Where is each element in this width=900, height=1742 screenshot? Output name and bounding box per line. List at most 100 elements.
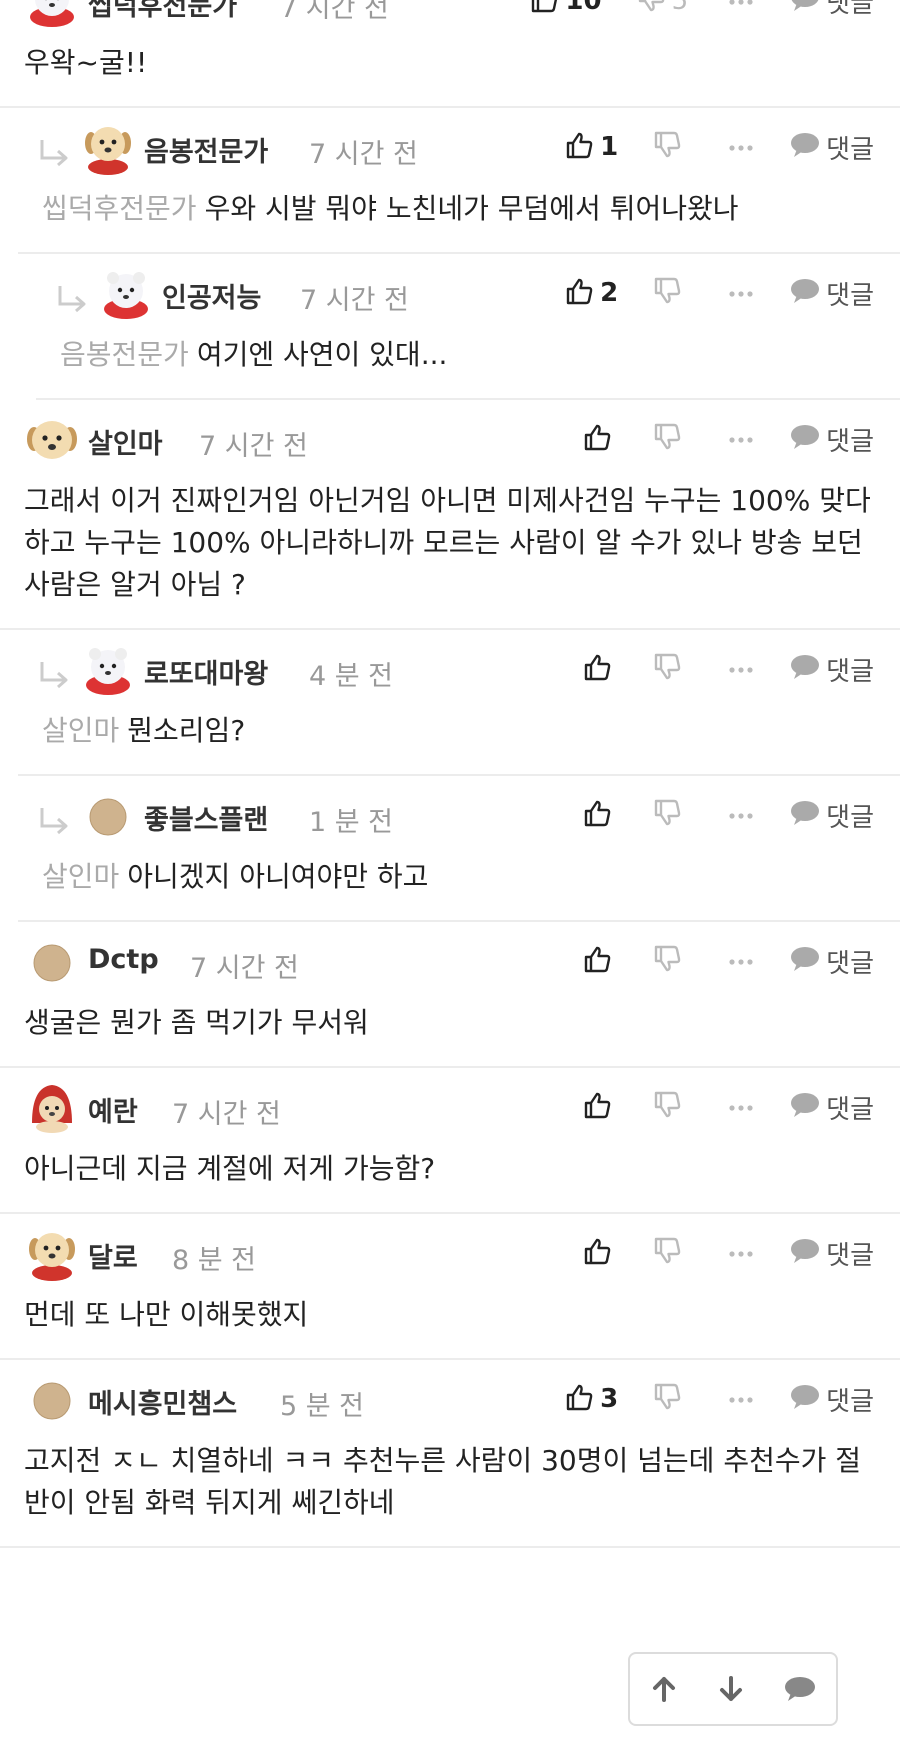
more-options-button[interactable] [728, 430, 754, 449]
more-options-button[interactable] [728, 806, 754, 825]
comment-text: 우와 시발 뭐야 노친네가 무덤에서 튀어나왔나 [204, 192, 739, 225]
more-options-button[interactable] [728, 1098, 754, 1117]
dislike-button[interactable] [652, 1090, 688, 1124]
like-button[interactable]: 3 [564, 1382, 618, 1416]
avatar[interactable] [24, 0, 80, 29]
comment-actions: 댓글 [582, 1088, 874, 1126]
avatar[interactable] [80, 119, 136, 175]
dislike-button[interactable] [652, 652, 688, 686]
like-button[interactable]: 1 [564, 130, 618, 164]
reply-button[interactable]: 댓글 [790, 129, 874, 166]
comment-header: 씹덕후전문가 7 시간 전 10 5 댓글 [0, 0, 900, 40]
comment-body: 생굴은 뭔가 좀 먹기가 무서워 [0, 1000, 900, 1066]
comment-author[interactable]: 좋블스플랜 [144, 798, 268, 837]
like-button[interactable] [582, 798, 618, 832]
comment-author[interactable]: Dctp [88, 944, 159, 975]
thumbs-up-icon [529, 0, 559, 18]
comment-actions: 댓글 [582, 1234, 874, 1272]
thumbs-down-icon [652, 944, 682, 978]
more-options-button[interactable] [728, 1244, 754, 1263]
reply-label: 댓글 [826, 1240, 874, 1271]
scroll-down-button[interactable] [716, 1674, 746, 1704]
reply-button[interactable]: 댓글 [790, 0, 874, 20]
comment-actions: 2 댓글 [564, 274, 874, 312]
comment-actions: 10 5 댓글 [529, 0, 874, 20]
avatar[interactable] [80, 787, 136, 843]
like-button[interactable] [582, 422, 618, 456]
comment-actions: 3 댓글 [564, 1380, 874, 1418]
avatar[interactable] [98, 265, 154, 321]
avatar[interactable] [24, 411, 80, 467]
like-button[interactable]: 2 [564, 276, 618, 310]
reply-label: 댓글 [826, 948, 874, 979]
like-button[interactable]: 10 [529, 0, 602, 18]
more-options-button[interactable] [728, 0, 754, 11]
thumbs-up-icon [564, 1382, 594, 1416]
thumbs-up-icon [582, 1090, 612, 1124]
more-options-button[interactable] [728, 284, 754, 303]
comment-author[interactable]: 살인마 [88, 422, 163, 461]
reply-button[interactable]: 댓글 [790, 1089, 874, 1126]
reply-button[interactable]: 댓글 [790, 421, 874, 458]
dislike-button[interactable] [652, 944, 688, 978]
thumbs-down-icon [652, 1382, 682, 1416]
avatar[interactable] [24, 1225, 80, 1281]
avatar[interactable] [24, 933, 80, 989]
like-button[interactable] [582, 1090, 618, 1124]
reply-arrow-icon [38, 660, 72, 690]
comment-time: 4 분 전 [309, 661, 394, 692]
reply-label: 댓글 [826, 802, 874, 833]
mention-tag[interactable]: 살인마 [42, 860, 119, 893]
dislike-button[interactable] [652, 1382, 688, 1416]
mention-tag[interactable]: 씹덕후전문가 [42, 192, 197, 225]
thumbs-up-icon [582, 798, 612, 832]
like-button[interactable] [582, 944, 618, 978]
more-dots-icon [728, 806, 754, 825]
reply-button[interactable]: 댓글 [790, 1381, 874, 1418]
dislike-button[interactable] [652, 276, 688, 310]
comment-author[interactable]: 로또대마왕 [144, 652, 268, 691]
comment-time: 7 시간 전 [280, 0, 389, 24]
reply-button[interactable]: 댓글 [790, 943, 874, 980]
comment-author[interactable]: 달로 [88, 1236, 138, 1275]
dislike-button[interactable] [652, 1236, 688, 1270]
comment-header: 달로 8 분 전 댓글 [0, 1214, 900, 1292]
comment-author[interactable]: 예란 [88, 1090, 138, 1129]
reply-button[interactable]: 댓글 [790, 651, 874, 688]
reply-label: 댓글 [826, 1386, 874, 1417]
like-count: 3 [600, 1384, 619, 1414]
avatar[interactable] [24, 1371, 80, 1427]
more-options-button[interactable] [728, 660, 754, 679]
more-dots-icon [728, 1390, 754, 1409]
comment-body: 고지전 ㅈㄴ 치열하네 ㅋㅋ 추천누른 사람이 30명이 넘는데 추천수가 절반… [0, 1438, 900, 1546]
reply-button[interactable]: 댓글 [790, 1235, 874, 1272]
comment-time: 7 시간 전 [199, 431, 308, 462]
reply-button[interactable]: 댓글 [790, 797, 874, 834]
comment-author[interactable]: 인공저능 [162, 276, 261, 315]
comment-author[interactable]: 메시흥민챔스 [88, 1382, 237, 1421]
comment-body: 살인마 아니겠지 아니여야만 하고 [18, 854, 900, 920]
mention-tag[interactable]: 음봉전문가 [60, 338, 189, 371]
comment-text: 고지전 ㅈㄴ 치열하네 ㅋㅋ 추천누른 사람이 30명이 넘는데 추천수가 절반… [24, 1444, 862, 1519]
more-options-button[interactable] [728, 952, 754, 971]
like-button[interactable] [582, 1236, 618, 1270]
thumbs-down-icon [652, 1090, 682, 1124]
dislike-button[interactable] [652, 130, 688, 164]
scroll-up-button[interactable] [649, 1674, 679, 1704]
comment-item: 좋블스플랜 1 분 전 댓글 살인마 아니겠지 아니여야만 하고 [18, 776, 900, 922]
avatar[interactable] [80, 641, 136, 697]
more-options-button[interactable] [728, 138, 754, 157]
write-comment-button[interactable] [783, 1674, 817, 1704]
comment-author[interactable]: 씹덕후전문가 [88, 0, 237, 23]
more-options-button[interactable] [728, 1390, 754, 1409]
reply-button[interactable]: 댓글 [790, 275, 874, 312]
mention-tag[interactable]: 살인마 [42, 714, 119, 747]
comment-actions: 1 댓글 [564, 128, 874, 166]
dislike-button[interactable]: 5 [636, 0, 688, 18]
comment-time: 7 시간 전 [190, 953, 299, 984]
avatar[interactable] [24, 1079, 80, 1135]
comment-author[interactable]: 음봉전문가 [144, 130, 268, 169]
dislike-button[interactable] [652, 422, 688, 456]
like-button[interactable] [582, 652, 618, 686]
dislike-button[interactable] [652, 798, 688, 832]
